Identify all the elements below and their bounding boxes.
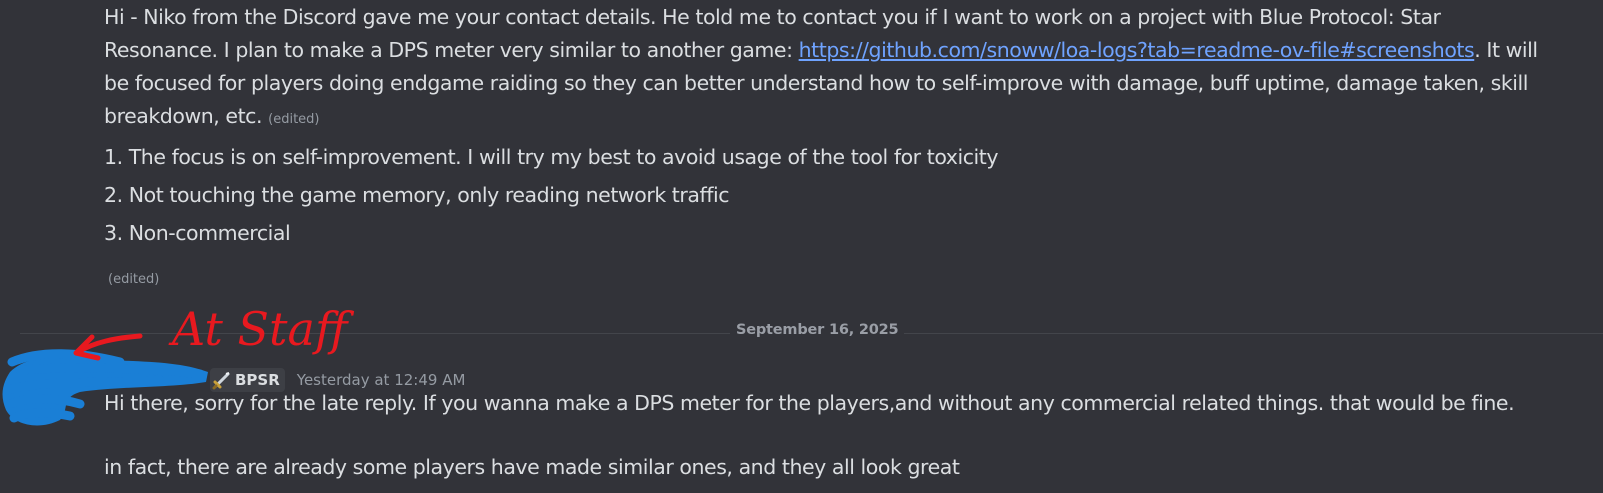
message-line: in fact, there are already some players … xyxy=(104,455,960,479)
redaction-scribble xyxy=(2,349,208,426)
date-divider: September 16, 2025 xyxy=(730,322,905,338)
github-link[interactable]: https://github.com/snoww/loa-logs?tab=re… xyxy=(799,38,1475,62)
annotation-layer: At Staff xyxy=(2,302,355,426)
message-text: . It will xyxy=(1474,38,1538,62)
handwritten-annotation: At Staff xyxy=(168,302,355,356)
